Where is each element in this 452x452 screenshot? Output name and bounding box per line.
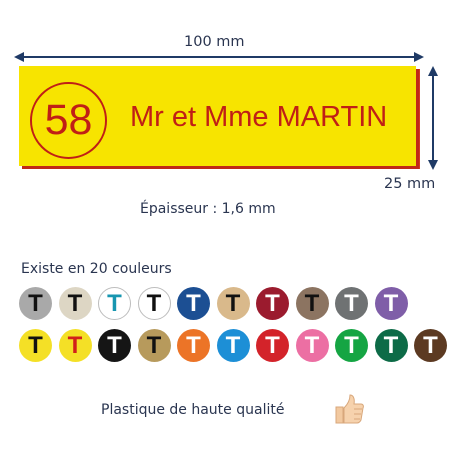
color-swatch: T: [177, 287, 210, 320]
color-swatch: T: [335, 329, 368, 362]
quality-label: Plastique de haute qualité: [101, 402, 285, 418]
swatch-letter: T: [146, 289, 162, 317]
color-swatch: T: [335, 287, 368, 320]
color-swatch: T: [58, 329, 92, 362]
color-swatch: T: [19, 329, 52, 362]
swatch-letter: T: [67, 331, 83, 359]
swatch-letter: T: [304, 289, 320, 317]
color-swatch: T: [58, 287, 92, 320]
plate-name: Mr et Mme MARTIN: [130, 101, 388, 133]
thickness-label: Épaisseur : 1,6 mm: [140, 201, 276, 217]
swatch-letter: T: [304, 331, 320, 359]
swatch-letter: T: [265, 331, 280, 359]
swatch-letter: T: [28, 289, 43, 317]
house-number-circle: 58: [30, 82, 107, 159]
color-swatch: T: [256, 329, 289, 362]
swatch-letter: T: [225, 331, 241, 359]
swatch-letter: T: [423, 331, 438, 359]
color-swatch: T: [374, 287, 408, 320]
colors-heading: Existe en 20 couleurs: [21, 261, 172, 277]
swatch-letter: T: [265, 289, 280, 317]
swatch-letter: T: [67, 289, 83, 317]
height-label: 25 mm: [384, 176, 436, 192]
swatch-letter: T: [28, 331, 43, 359]
color-swatch: T: [177, 329, 210, 362]
swatch-letter: T: [107, 331, 122, 359]
width-arrow: [14, 52, 424, 62]
color-swatch: T: [98, 329, 131, 362]
width-label: 100 mm: [184, 34, 245, 50]
color-swatch: T: [295, 287, 329, 320]
color-swatch: T: [19, 287, 52, 320]
swatch-letter: T: [186, 289, 201, 317]
swatch-letter: T: [186, 331, 201, 359]
swatch-letter: T: [383, 289, 399, 317]
color-swatch: T: [137, 329, 171, 362]
color-swatch: T: [216, 287, 250, 320]
swatch-letter: T: [344, 289, 359, 317]
color-swatch: T: [295, 329, 329, 362]
color-swatch: T: [414, 329, 447, 362]
color-swatch: T: [216, 329, 250, 362]
thumbs-up-icon: [335, 394, 364, 424]
house-number: 58: [44, 96, 93, 144]
color-swatch: T: [137, 287, 171, 320]
swatch-letter: T: [383, 331, 399, 359]
plate-edge: [416, 69, 420, 169]
swatch-letter: T: [107, 289, 122, 317]
swatch-letter: T: [146, 331, 162, 359]
color-swatch: T: [256, 287, 289, 320]
color-swatch: T: [98, 287, 131, 320]
swatch-letter: T: [225, 289, 241, 317]
color-swatch: T: [374, 329, 408, 362]
swatch-letter: T: [344, 331, 359, 359]
height-arrow: [428, 66, 438, 170]
